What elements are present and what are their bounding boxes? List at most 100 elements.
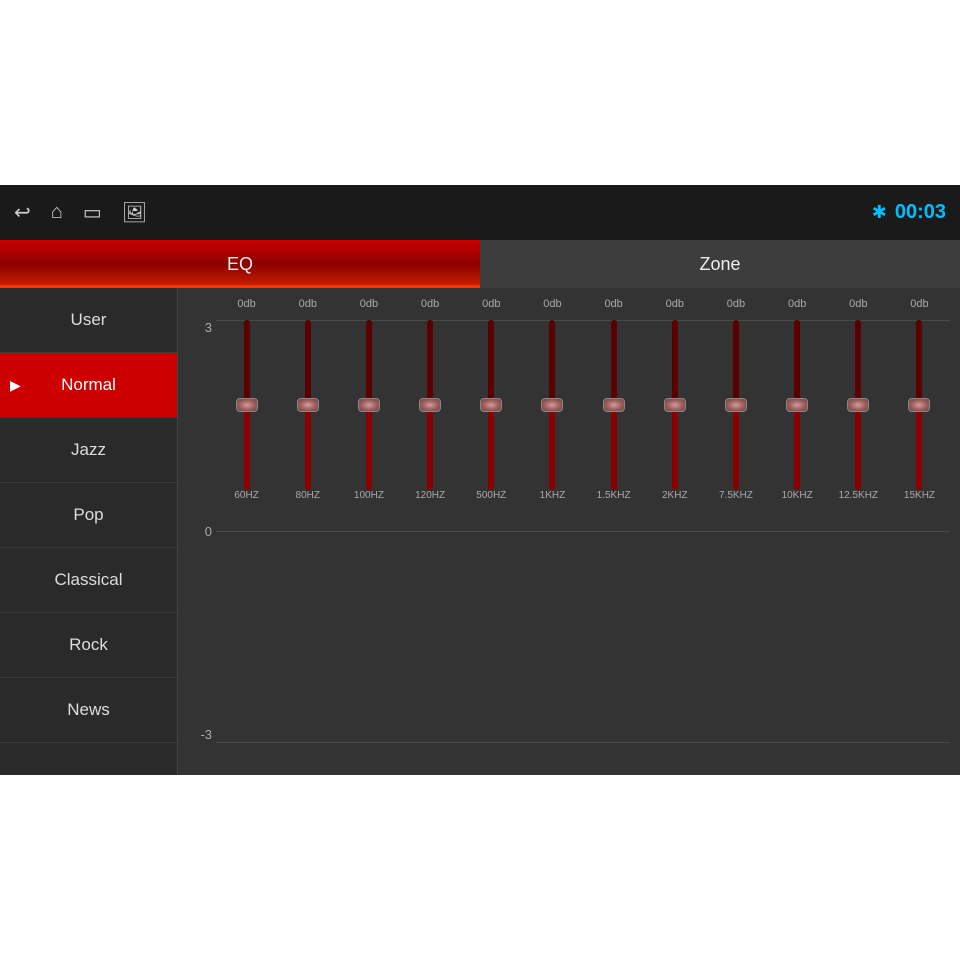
slider-fill-bottom-2khz (672, 405, 678, 490)
sidebar-item-jazz-label: Jazz (71, 440, 106, 460)
db-val-5: 0db (522, 298, 583, 320)
sidebar-item-pop[interactable]: Pop (0, 483, 177, 548)
slider-fill-top-7_5khz (733, 320, 739, 405)
slider-track-1khz[interactable] (549, 320, 555, 490)
db-val-0: 0db (216, 298, 277, 320)
freq-label-2khz: 2KHZ (662, 490, 688, 742)
sidebar-item-classical-label: Classical (54, 570, 122, 590)
slider-thumb-15khz[interactable] (908, 398, 930, 412)
freq-label-60hz: 60HZ (234, 490, 258, 742)
tab-eq[interactable]: EQ (0, 240, 480, 288)
sliders-row: 60HZ 80HZ (216, 320, 950, 770)
db-val-4: 0db (461, 298, 522, 320)
freq-label-1khz: 1KHZ (540, 490, 566, 742)
slider-thumb-1khz[interactable] (541, 398, 563, 412)
freq-label-10khz: 10KHZ (782, 490, 813, 742)
slider-track-15khz[interactable] (916, 320, 922, 490)
freq-label-1_5khz: 1.5KHZ (597, 490, 631, 742)
slider-thumb-100hz[interactable] (358, 398, 380, 412)
db-val-3: 0db (400, 298, 461, 320)
window-icon[interactable]: ▭ (83, 200, 102, 225)
slider-fill-top-15khz (916, 320, 922, 405)
time-display: 00:03 (895, 201, 946, 224)
slider-fill-bottom-7_5khz (733, 405, 739, 490)
slider-track-80hz[interactable] (305, 320, 311, 490)
db-val-8: 0db (705, 298, 766, 320)
slider-fill-bottom-10khz (794, 405, 800, 490)
slider-fill-bottom-100hz (366, 405, 372, 490)
slider-thumb-80hz[interactable] (297, 398, 319, 412)
freq-label-120hz: 120HZ (415, 490, 445, 742)
eq-area: 3 0 -3 0db 0db 0db 0db 0db 0db 0db (178, 288, 960, 775)
slider-thumb-10khz[interactable] (786, 398, 808, 412)
slider-thumb-2khz[interactable] (664, 398, 686, 412)
sidebar-item-rock[interactable]: Rock (0, 613, 177, 678)
slider-track-60hz[interactable] (244, 320, 250, 490)
sidebar-item-user[interactable]: User (0, 288, 177, 353)
sidebar: User ▶ Normal Jazz Pop Classical Rock Ne… (0, 288, 178, 775)
slider-col-60hz: 60HZ (216, 320, 277, 770)
home-icon[interactable]: ⌂ (51, 201, 63, 224)
slider-col-2khz: 2KHZ (644, 320, 705, 770)
db-label-3: 3 (205, 320, 216, 335)
slider-thumb-500hz[interactable] (480, 398, 502, 412)
slider-fill-top-12_5khz (855, 320, 861, 405)
slider-track-2khz[interactable] (672, 320, 678, 490)
slider-fill-bottom-60hz (244, 405, 250, 490)
main-content: User ▶ Normal Jazz Pop Classical Rock Ne… (0, 288, 960, 775)
tab-zone-label: Zone (699, 254, 740, 275)
slider-track-500hz[interactable] (488, 320, 494, 490)
slider-col-12_5khz: 12.5KHZ (828, 320, 889, 770)
slider-fill-bottom-120hz (427, 405, 433, 490)
slider-fill-top-1_5khz (611, 320, 617, 405)
freq-label-12_5khz: 12.5KHZ (839, 490, 878, 742)
slider-track-120hz[interactable] (427, 320, 433, 490)
back-icon[interactable]: ↩ (14, 200, 31, 225)
freq-label-500hz: 500HZ (476, 490, 506, 742)
slider-col-15khz: 15KHZ (889, 320, 950, 770)
db-val-7: 0db (644, 298, 705, 320)
slider-track-7_5khz[interactable] (733, 320, 739, 490)
slider-fill-top-10khz (794, 320, 800, 405)
slider-thumb-120hz[interactable] (419, 398, 441, 412)
sidebar-item-jazz[interactable]: Jazz (0, 418, 177, 483)
slider-fill-top-500hz (488, 320, 494, 405)
slider-fill-top-80hz (305, 320, 311, 405)
sidebar-item-user-label: User (71, 310, 107, 330)
freq-label-7_5khz: 7.5KHZ (719, 490, 753, 742)
slider-thumb-1_5khz[interactable] (603, 398, 625, 412)
db-values-row: 0db 0db 0db 0db 0db 0db 0db 0db 0db 0db … (216, 298, 950, 320)
top-bar-right: ✱ 00:03 (872, 201, 946, 224)
db-val-1: 0db (277, 298, 338, 320)
slider-track-12_5khz[interactable] (855, 320, 861, 490)
slider-thumb-60hz[interactable] (236, 398, 258, 412)
slider-thumb-12_5khz[interactable] (847, 398, 869, 412)
slider-col-500hz: 500HZ (461, 320, 522, 770)
eq-grid: 3 0 -3 0db 0db 0db 0db 0db 0db 0db (188, 298, 950, 770)
slider-fill-top-60hz (244, 320, 250, 405)
sidebar-item-news[interactable]: News (0, 678, 177, 743)
slider-fill-top-2khz (672, 320, 678, 405)
db-label-0: 0 (205, 524, 216, 539)
sidebar-item-normal[interactable]: ▶ Normal (0, 353, 177, 418)
tab-eq-label: EQ (227, 254, 253, 275)
play-arrow-icon: ▶ (10, 377, 21, 394)
slider-col-120hz: 120HZ (400, 320, 461, 770)
tab-zone[interactable]: Zone (480, 240, 960, 288)
slider-track-10khz[interactable] (794, 320, 800, 490)
slider-fill-top-120hz (427, 320, 433, 405)
db-label-neg3: -3 (200, 727, 216, 742)
slider-col-10khz: 10KHZ (767, 320, 828, 770)
db-val-9: 0db (767, 298, 828, 320)
sidebar-item-classical[interactable]: Classical (0, 548, 177, 613)
slider-thumb-7_5khz[interactable] (725, 398, 747, 412)
image-icon[interactable]: 🖼 (122, 200, 147, 225)
freq-label-80hz: 80HZ (296, 490, 320, 742)
slider-track-100hz[interactable] (366, 320, 372, 490)
slider-track-1_5khz[interactable] (611, 320, 617, 490)
bluetooth-icon: ✱ (872, 202, 887, 223)
sidebar-item-normal-label: Normal (61, 375, 116, 395)
slider-fill-top-100hz (366, 320, 372, 405)
db-val-6: 0db (583, 298, 644, 320)
slider-col-7_5khz: 7.5KHZ (705, 320, 766, 770)
